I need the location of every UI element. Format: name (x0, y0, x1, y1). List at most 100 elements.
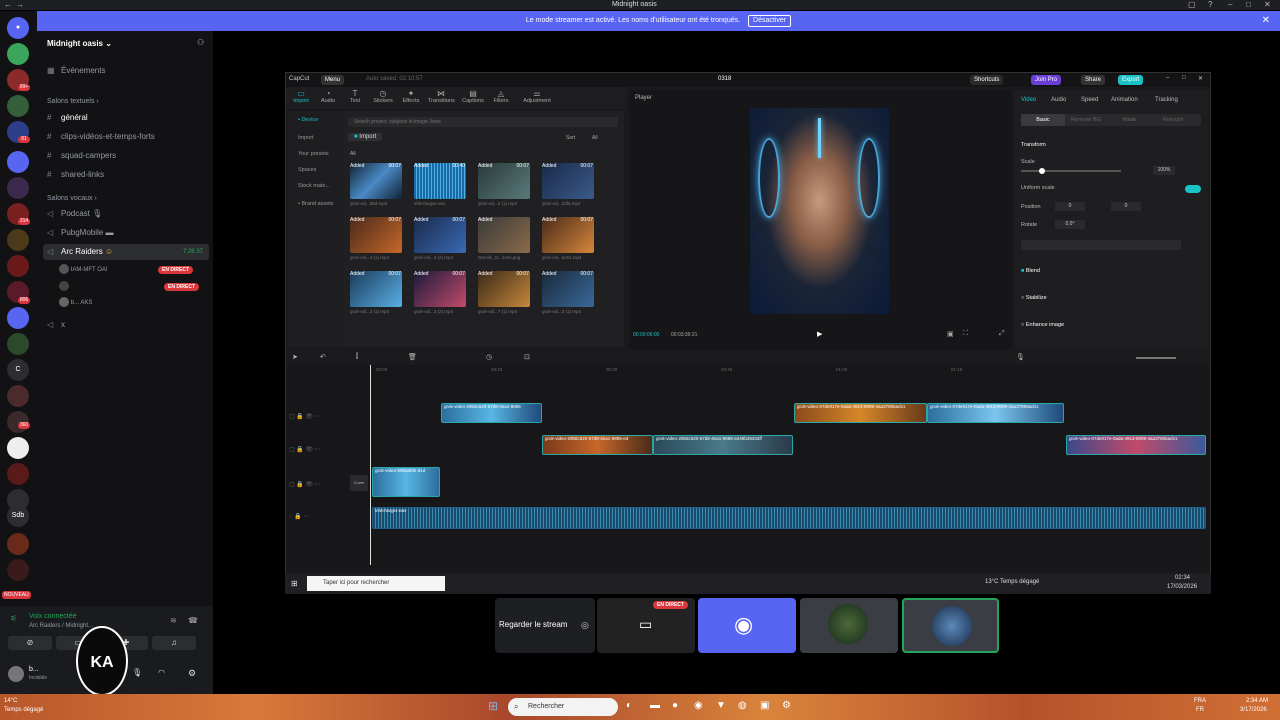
server-icon[interactable] (7, 463, 29, 485)
server-folder-icon[interactable] (7, 307, 29, 329)
voice-category[interactable]: Salons vocaux › (47, 195, 97, 202)
export-button[interactable]: Export (1118, 75, 1144, 85)
server-icon[interactable] (7, 385, 29, 407)
weather-temp[interactable]: 14°C (4, 698, 17, 704)
inbox-icon[interactable]: ▢ (1188, 0, 1196, 9)
media-thumbnail[interactable]: Added 00:07 (478, 163, 530, 199)
server-c-icon[interactable]: C (7, 359, 29, 381)
disable-streamer-button[interactable]: Désactiver (748, 15, 792, 27)
media-thumbnail[interactable]: Added 00:07 (542, 217, 594, 253)
minimize-icon[interactable]: – (1228, 0, 1232, 9)
file-explorer-icon[interactable]: ▬ (650, 700, 660, 711)
taskbar-search[interactable]: ⌕ Rechercher (508, 698, 618, 716)
subtab-mask[interactable]: Mask (1123, 117, 1136, 123)
back-icon[interactable]: ← (4, 0, 12, 9)
position-x-input[interactable]: 0 (1055, 202, 1085, 211)
banner-close-icon[interactable]: ✕ (1262, 11, 1270, 31)
snapshot-icon[interactable]: ▣ (947, 330, 954, 338)
channel-shared-links[interactable]: # shared-links (47, 167, 207, 183)
track-controls[interactable]: ▢ 🔒 👁 ⋯ (289, 446, 321, 453)
add-member-icon[interactable]: ⚇ (197, 38, 204, 47)
tab-captions[interactable]: ▤ Captions (460, 89, 486, 104)
minimize-icon[interactable]: – (1166, 75, 1169, 81)
server-folder-icon[interactable] (7, 151, 29, 173)
channel-clips[interactable]: # clips-vidéos-et-temps-forts (47, 129, 207, 145)
settings-gear-icon[interactable]: ⚙ (188, 668, 196, 679)
forward-icon[interactable]: → (16, 0, 24, 9)
text-category[interactable]: Salons textuels › (47, 98, 99, 105)
headphones-icon[interactable]: ◠ (158, 668, 165, 677)
media-thumbnail[interactable]: Added 00:07 (414, 271, 466, 307)
keyboard-layout[interactable]: FR (1196, 707, 1204, 713)
media-thumbnail[interactable]: Added 00:40 (414, 163, 466, 199)
voice-member[interactable]: IAM-MFT OAI EN DIRECT (59, 262, 207, 278)
edge-icon[interactable]: ◐ (626, 700, 632, 711)
import-button[interactable]: ■ Import (348, 133, 383, 141)
server-icon[interactable] (7, 559, 29, 581)
freeze-icon[interactable]: ◷ (486, 353, 492, 361)
subtab-basic[interactable]: Basic (1021, 114, 1065, 126)
tab-transitions[interactable]: ⋈ Transitions (428, 89, 455, 104)
video-clip[interactable]: grok-video-b9ba6fd0-d1d (372, 467, 440, 497)
voice-channel-podcast[interactable]: ◁ Podcast 🎙 (47, 206, 207, 222)
audio-clip[interactable]: télécharger.wav (372, 507, 1206, 529)
voice-member[interactable]: b... AKS (59, 295, 207, 311)
media-search-input[interactable] (348, 117, 618, 127)
discord-home-icon[interactable]: ● (7, 17, 29, 39)
clock-time[interactable]: 2:34 AM (1246, 698, 1268, 704)
server-icon[interactable] (7, 177, 29, 199)
microphone-icon[interactable]: 🎙 (132, 668, 142, 677)
settings-gear-icon[interactable]: ⚙ (782, 700, 791, 711)
filter-all-button[interactable]: All (592, 135, 598, 141)
popout-icon[interactable]: ◎ (581, 620, 589, 631)
voice-channel-x[interactable]: ◁ x (47, 317, 207, 333)
prop-tab-animation[interactable]: Animation (1111, 97, 1138, 103)
nav-presets[interactable]: Your presets (298, 151, 329, 157)
app-icon[interactable]: ▣ (760, 700, 769, 711)
noise-suppression-icon[interactable]: ≋ (170, 616, 177, 625)
sort-button[interactable]: Sort (566, 135, 575, 141)
brave-icon[interactable]: ▼ (716, 700, 726, 711)
tab-adjustment[interactable]: ⚌ Adjustment (520, 89, 554, 104)
uniform-scale-toggle[interactable] (1185, 185, 1201, 193)
user-tile[interactable] (800, 598, 898, 653)
stream-preview-tile[interactable]: EN DIRECT ▭ (597, 598, 695, 653)
maximize-icon[interactable]: □ (1182, 75, 1186, 81)
video-clip[interactable]: grok-video-07de017e-0ada-4913-8099-4aa37… (927, 403, 1064, 423)
media-thumbnail[interactable]: Added 00:07 (350, 217, 402, 253)
join-pro-button[interactable]: Join Pro (1031, 75, 1062, 85)
server-icon[interactable] (7, 255, 29, 277)
windows-start-icon[interactable]: ⊞ (488, 699, 498, 713)
scale-slider[interactable] (1021, 168, 1121, 174)
server-icon[interactable] (7, 229, 29, 251)
track-controls[interactable]: ▢ 🔒 👁 ⋯ (289, 413, 321, 420)
user-avatar[interactable] (8, 666, 24, 682)
server-icon[interactable] (7, 533, 29, 555)
nav-spaces[interactable]: Spaces (298, 167, 316, 173)
video-clip[interactable]: grok-video-07de017e-0ada-4913-8099-4aa37… (794, 403, 927, 423)
discord-icon[interactable]: ◍ (738, 700, 747, 711)
voice-member[interactable]: EN DIRECT (59, 279, 207, 295)
zoom-slider[interactable] (1136, 357, 1176, 359)
video-clip[interactable]: grok-video-29b8c520-67d8-4ea1-9885 (441, 403, 542, 423)
events-item[interactable]: ▦ Événements (47, 63, 207, 79)
align-buttons[interactable] (1021, 240, 1181, 250)
tab-audio[interactable]: ◔ Audio (315, 89, 341, 104)
media-thumbnail[interactable]: Added 00:07 (542, 271, 594, 307)
close-icon[interactable]: ✕ (1264, 0, 1271, 9)
watch-stream-tile[interactable]: Regarder le stream ◎ (495, 598, 595, 653)
video-clip[interactable]: grok-video-29b8c520-67d8-4ea1-9885-ed (542, 435, 653, 455)
delete-icon[interactable]: 🗑 (408, 353, 417, 361)
app-icon[interactable]: ● (672, 700, 678, 711)
voice-channel-pubgmobile[interactable]: ◁ PubgMobile ▬ (47, 225, 207, 241)
clock-date[interactable]: 3/17/2026 (1240, 707, 1267, 713)
playhead[interactable] (370, 365, 371, 565)
prop-tab-speed[interactable]: Speed (1081, 97, 1098, 103)
help-icon[interactable]: ? (1208, 0, 1212, 9)
select-tool-icon[interactable]: ➤ (292, 353, 298, 361)
rotate-input[interactable]: 0.0° (1055, 220, 1085, 229)
tab-text[interactable]: T Text (342, 89, 368, 104)
position-y-input[interactable]: 0 (1111, 202, 1141, 211)
subtab-remove-bg[interactable]: Remove BG (1071, 117, 1101, 123)
track-controls[interactable]: ◌ 🔒 ⋯ (289, 513, 309, 520)
